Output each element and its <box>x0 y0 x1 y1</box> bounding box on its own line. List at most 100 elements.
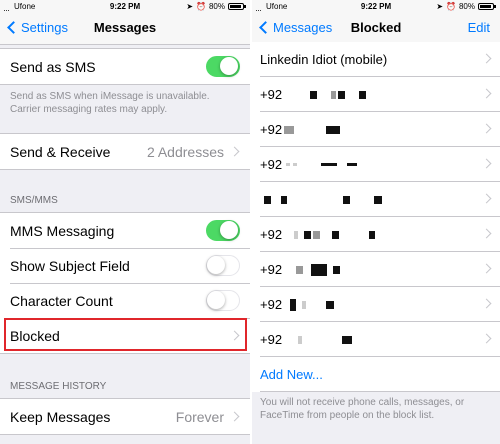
location-icon: ➤ <box>436 2 444 11</box>
send-as-sms-row: Send as SMS <box>0 49 250 84</box>
battery-percent: 80% <box>458 2 475 11</box>
redacted-digits <box>290 298 297 311</box>
redacted-digits <box>331 90 337 99</box>
battery-percent: 80% <box>208 2 225 11</box>
edit-button[interactable]: Edit <box>468 20 490 35</box>
list-item[interactable]: Linkedin Idiot (mobile) <box>252 42 500 77</box>
list-item[interactable]: +92 <box>252 147 500 182</box>
redacted-digits <box>347 163 358 166</box>
chevron-right-icon <box>481 88 492 99</box>
redacted-digits <box>333 265 341 274</box>
mms-messaging-label: MMS Messaging <box>10 222 115 239</box>
blocked-highlight-box <box>4 318 247 351</box>
redacted-digits <box>369 230 376 239</box>
send-receive-value: 2 Addresses <box>146 143 224 160</box>
mms-messaging-row: MMS Messaging <box>0 213 250 248</box>
chevron-right-icon <box>229 411 240 422</box>
blocked-contact: +92 <box>260 87 283 102</box>
chevron-right-icon <box>481 228 492 239</box>
blocked-contact: +92 <box>260 122 283 137</box>
chevron-right-icon <box>481 53 492 64</box>
redacted-digits <box>342 335 353 344</box>
blocked-contact: +92 <box>260 262 283 277</box>
character-count-label: Character Count <box>10 292 113 309</box>
blocked-contact: +92 <box>260 227 283 242</box>
list-item[interactable]: +92 <box>252 112 500 147</box>
blocked-contact: +92 <box>260 332 283 347</box>
redacted-digits <box>326 300 335 309</box>
page-title: Messages <box>93 20 157 35</box>
redacted-digits <box>343 195 350 204</box>
sms-group: Send as SMS <box>0 48 250 85</box>
redacted-digits <box>359 90 367 99</box>
keep-messages-value: Forever <box>175 408 224 425</box>
list-item[interactable]: +92 <box>252 322 500 357</box>
redacted-digits <box>326 125 341 134</box>
list-item[interactable]: +92 <box>252 77 500 112</box>
chevron-right-icon <box>481 263 492 274</box>
blocked-contact: Linkedin Idiot (mobile) <box>260 52 388 67</box>
list-item[interactable]: +92 <box>252 252 500 287</box>
send-receive-label: Send & Receive <box>10 143 111 160</box>
keep-messages-row[interactable]: Keep Messages Forever <box>0 399 250 434</box>
chevron-right-icon <box>481 193 492 204</box>
nav-bar: Messages Blocked Edit <box>252 13 500 45</box>
list-item[interactable] <box>252 182 500 217</box>
blocked-panel: Ufone 9:22 PM ➤ ⏰ 80% Messages Blocked E… <box>252 0 500 444</box>
redacted-digits <box>264 195 271 204</box>
alarm-icon: ⏰ <box>196 2 206 11</box>
redacted-digits <box>281 195 287 204</box>
page-title: Blocked <box>350 20 402 35</box>
redacted-digits <box>313 230 321 239</box>
add-new-button[interactable]: Add New... <box>260 367 323 382</box>
send-receive-group: Send & Receive 2 Addresses <box>0 133 250 170</box>
status-bar: Ufone 9:22 PM ➤ ⏰ 80% <box>252 0 500 13</box>
redacted-digits <box>311 263 328 276</box>
redacted-digits <box>294 230 299 239</box>
redacted-digits <box>293 163 298 166</box>
sms-note: Send as SMS when iMessage is unavailable… <box>10 91 210 115</box>
chevron-right-icon <box>481 333 492 344</box>
nav-bar: Settings Messages <box>0 13 250 45</box>
block-list-footer: You will not receive phone calls, messag… <box>260 397 465 421</box>
redacted-digits <box>302 300 307 309</box>
show-subject-row: Show Subject Field <box>0 248 250 283</box>
list-item[interactable]: +92 <box>252 217 500 252</box>
alarm-icon: ⏰ <box>446 2 456 11</box>
redacted-digits <box>298 335 303 344</box>
chevron-right-icon <box>481 298 492 309</box>
messages-settings-panel: Ufone 9:22 PM ➤ ⏰ 80% Settings Messages … <box>0 0 250 444</box>
send-as-sms-label: Send as SMS <box>10 58 96 75</box>
show-subject-toggle[interactable] <box>206 255 240 276</box>
battery-icon <box>228 3 246 10</box>
keep-messages-label: Keep Messages <box>10 408 111 425</box>
character-count-row: Character Count <box>0 283 250 318</box>
mms-messaging-toggle[interactable] <box>206 220 240 241</box>
battery-icon <box>478 3 496 10</box>
redacted-digits <box>310 90 318 99</box>
list-item[interactable]: +92 <box>252 287 500 322</box>
redacted-digits <box>332 230 340 239</box>
redacted-digits <box>304 230 312 239</box>
send-receive-row[interactable]: Send & Receive 2 Addresses <box>0 134 250 169</box>
message-history-header: MESSAGE HISTORY <box>10 381 107 392</box>
redacted-digits <box>286 163 291 166</box>
send-as-sms-toggle[interactable] <box>206 56 240 77</box>
redacted-digits <box>338 90 346 99</box>
chevron-right-icon <box>481 158 492 169</box>
message-history-group: Keep Messages Forever <box>0 398 250 435</box>
chevron-right-icon <box>481 123 492 134</box>
character-count-toggle[interactable] <box>206 290 240 311</box>
redacted-digits <box>284 125 295 134</box>
chevron-right-icon <box>229 146 240 157</box>
redacted-digits <box>296 265 304 274</box>
status-bar: Ufone 9:22 PM ➤ ⏰ 80% <box>0 0 250 13</box>
redacted-digits <box>321 163 338 166</box>
blocked-list: Linkedin Idiot (mobile) +92 +92 +92 +92 … <box>252 42 500 392</box>
screenshot: Ufone 9:22 PM ➤ ⏰ 80% Settings Messages … <box>0 0 500 444</box>
show-subject-label: Show Subject Field <box>10 257 130 274</box>
blocked-contact: +92 <box>260 157 283 172</box>
blocked-contact: +92 <box>260 297 283 312</box>
add-new-row[interactable]: Add New... <box>252 357 500 392</box>
location-icon: ➤ <box>186 2 194 11</box>
